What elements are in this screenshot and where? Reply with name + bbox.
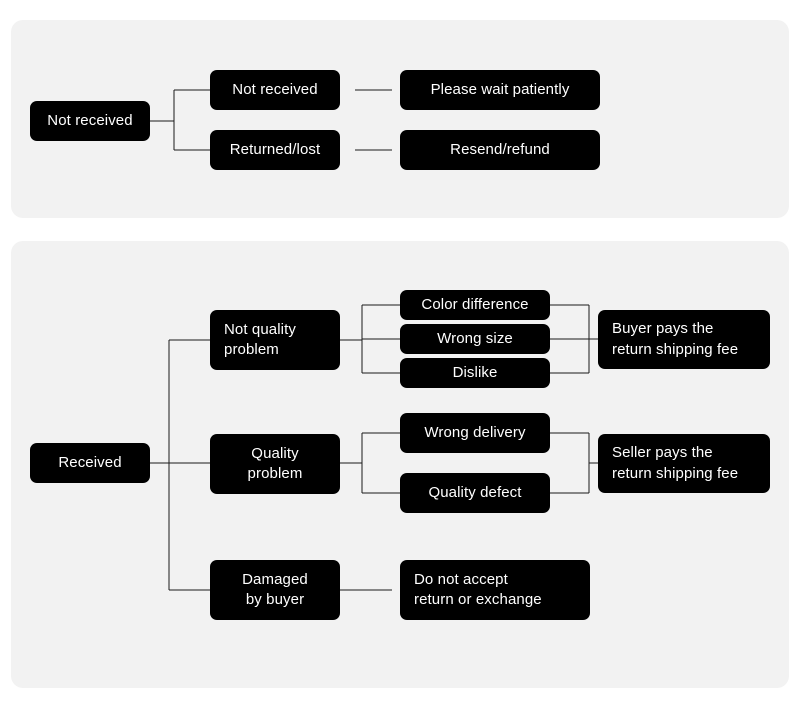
node-reason-dislike[interactable]: Dislike xyxy=(400,358,550,388)
node-reason-wrong-size[interactable]: Wrong size xyxy=(400,324,550,354)
node-outcome-buyer-pays-return-shipping-fee[interactable]: Buyer pays the return shipping fee xyxy=(598,310,770,369)
node-received-root[interactable]: Received xyxy=(30,443,150,483)
node-cause-returned-lost[interactable]: Returned/lost xyxy=(210,130,340,170)
node-category-quality-problem[interactable]: Quality problem xyxy=(210,434,340,494)
node-reason-wrong-delivery[interactable]: Wrong delivery xyxy=(400,413,550,453)
node-outcome-do-not-accept-return-or-exchange[interactable]: Do not accept return or exchange xyxy=(400,560,590,620)
node-reason-quality-defect[interactable]: Quality defect xyxy=(400,473,550,513)
node-outcome-please-wait-patiently[interactable]: Please wait patiently xyxy=(400,70,600,110)
node-category-damaged-by-buyer[interactable]: Damaged by buyer xyxy=(210,560,340,620)
node-reason-color-difference[interactable]: Color difference xyxy=(400,290,550,320)
node-outcome-resend-refund[interactable]: Resend/refund xyxy=(400,130,600,170)
flowchart-canvas: Not received Not received Returned/lost … xyxy=(0,0,800,708)
node-outcome-seller-pays-return-shipping-fee[interactable]: Seller pays the return shipping fee xyxy=(598,434,770,493)
node-not-received-root[interactable]: Not received xyxy=(30,101,150,141)
node-category-not-quality-problem[interactable]: Not quality problem xyxy=(210,310,340,370)
node-cause-not-received[interactable]: Not received xyxy=(210,70,340,110)
